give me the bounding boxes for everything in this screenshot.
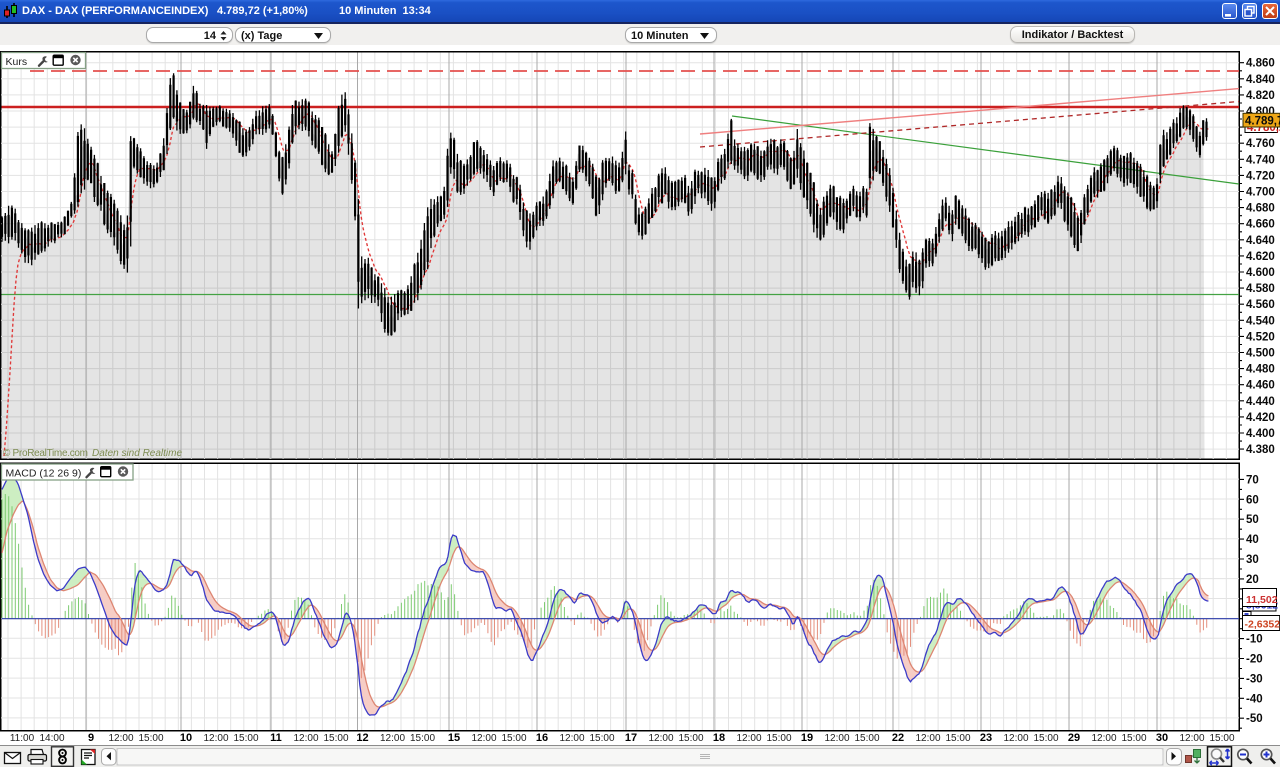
svg-text:12:00: 12:00 xyxy=(915,733,940,744)
svg-text:-40: -40 xyxy=(1246,693,1263,705)
svg-text:15:00: 15:00 xyxy=(589,733,614,744)
svg-text:15:00: 15:00 xyxy=(766,733,791,744)
svg-text:12:00: 12:00 xyxy=(1003,733,1028,744)
svg-text:18: 18 xyxy=(713,732,725,744)
svg-text:9: 9 xyxy=(88,732,94,744)
svg-text:4.600: 4.600 xyxy=(1246,267,1275,279)
svg-text:4.789,72: 4.789,72 xyxy=(1245,115,1280,127)
svg-text:23: 23 xyxy=(980,732,992,744)
svg-text:4.700: 4.700 xyxy=(1246,187,1275,199)
svg-text:4.480: 4.480 xyxy=(1246,364,1275,376)
svg-text:11: 11 xyxy=(270,732,282,744)
svg-text:4.500: 4.500 xyxy=(1246,348,1275,360)
svg-text:15:00: 15:00 xyxy=(678,733,703,744)
svg-text:12:00: 12:00 xyxy=(293,733,318,744)
svg-text:12:00: 12:00 xyxy=(380,733,405,744)
svg-text:-30: -30 xyxy=(1246,673,1263,685)
svg-text:4.440: 4.440 xyxy=(1246,396,1275,408)
svg-text:12:00: 12:00 xyxy=(471,733,496,744)
svg-text:4.520: 4.520 xyxy=(1246,331,1275,343)
svg-text:12:00: 12:00 xyxy=(203,733,228,744)
svg-text:15:00: 15:00 xyxy=(323,733,348,744)
svg-text:12:00: 12:00 xyxy=(648,733,673,744)
svg-text:4.620: 4.620 xyxy=(1246,251,1275,263)
svg-text:15:00: 15:00 xyxy=(1121,733,1146,744)
svg-text:11:00: 11:00 xyxy=(10,733,35,744)
svg-text:4.840: 4.840 xyxy=(1246,74,1275,86)
svg-text:12:00: 12:00 xyxy=(108,733,133,744)
svg-text:15: 15 xyxy=(448,732,460,744)
svg-text:4.660: 4.660 xyxy=(1246,219,1275,231)
svg-text:10: 10 xyxy=(180,732,192,744)
svg-text:4.420: 4.420 xyxy=(1246,412,1275,424)
svg-text:4.540: 4.540 xyxy=(1246,315,1275,327)
svg-text:50: 50 xyxy=(1246,514,1259,526)
svg-text:12: 12 xyxy=(356,732,368,744)
svg-text:60: 60 xyxy=(1246,494,1259,506)
svg-text:12:00: 12:00 xyxy=(824,733,849,744)
svg-text:-2,6352: -2,6352 xyxy=(1245,619,1280,631)
svg-text:17: 17 xyxy=(625,732,637,744)
svg-text:20: 20 xyxy=(1246,574,1259,586)
svg-text:15:00: 15:00 xyxy=(854,733,879,744)
svg-text:12:00: 12:00 xyxy=(1091,733,1116,744)
svg-text:15:00: 15:00 xyxy=(945,733,970,744)
svg-text:15:00: 15:00 xyxy=(410,733,435,744)
svg-text:12:00: 12:00 xyxy=(736,733,761,744)
svg-text:15:00: 15:00 xyxy=(1209,733,1234,744)
svg-text:4.740: 4.740 xyxy=(1246,154,1275,166)
svg-text:4.820: 4.820 xyxy=(1246,90,1275,102)
svg-text:12:00: 12:00 xyxy=(559,733,584,744)
svg-text:4.400: 4.400 xyxy=(1246,428,1275,440)
svg-text:4.860: 4.860 xyxy=(1246,58,1275,70)
svg-text:70: 70 xyxy=(1246,474,1259,486)
svg-text:16: 16 xyxy=(536,732,548,744)
svg-text:30: 30 xyxy=(1156,732,1168,744)
svg-text:14:00: 14:00 xyxy=(39,733,64,744)
svg-text:40: 40 xyxy=(1246,534,1259,546)
svg-text:4.460: 4.460 xyxy=(1246,380,1275,392)
svg-text:11,502: 11,502 xyxy=(1246,594,1278,606)
svg-text:Daten sind Realtime: Daten sind Realtime xyxy=(92,448,182,459)
svg-text:4.640: 4.640 xyxy=(1246,235,1275,247)
svg-text:-20: -20 xyxy=(1246,654,1263,666)
svg-text:© ProRealTime.com: © ProRealTime.com xyxy=(3,448,88,459)
svg-text:4.380: 4.380 xyxy=(1246,444,1275,456)
svg-text:-50: -50 xyxy=(1246,713,1263,725)
svg-text:15:00: 15:00 xyxy=(501,733,526,744)
svg-text:MACD (12 26 9): MACD (12 26 9) xyxy=(6,468,82,480)
svg-text:29: 29 xyxy=(1068,732,1080,744)
svg-text:Kurs: Kurs xyxy=(6,56,28,68)
svg-text:22: 22 xyxy=(892,732,904,744)
svg-text:4.680: 4.680 xyxy=(1246,203,1275,215)
svg-text:4.760: 4.760 xyxy=(1246,138,1275,150)
svg-text:4.720: 4.720 xyxy=(1246,170,1275,182)
svg-text:12:00: 12:00 xyxy=(1179,733,1204,744)
svg-text:19: 19 xyxy=(801,732,813,744)
svg-text:-10: -10 xyxy=(1246,634,1263,646)
svg-text:4.580: 4.580 xyxy=(1246,283,1275,295)
svg-text:4.560: 4.560 xyxy=(1246,299,1275,311)
svg-text:15:00: 15:00 xyxy=(1033,733,1058,744)
svg-text:15:00: 15:00 xyxy=(233,733,258,744)
svg-text:15:00: 15:00 xyxy=(138,733,163,744)
svg-text:30: 30 xyxy=(1246,554,1259,566)
